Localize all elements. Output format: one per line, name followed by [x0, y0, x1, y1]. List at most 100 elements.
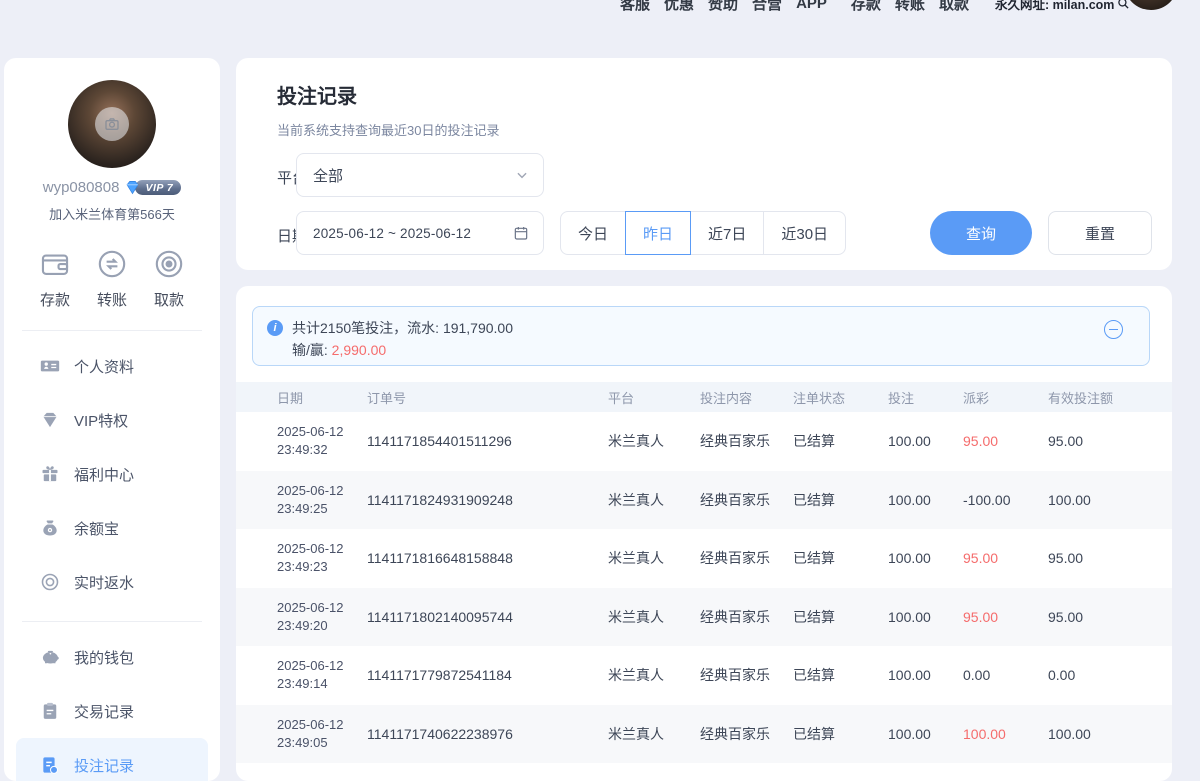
cell-status: 已结算: [793, 548, 888, 568]
user-avatar[interactable]: [68, 80, 156, 168]
date-range-button[interactable]: 近30日: [763, 211, 846, 255]
table-header-cell: 注单状态: [793, 388, 888, 407]
sidebar-item-yuebao[interactable]: 余额宝: [16, 501, 208, 555]
piggy-bank-icon: [40, 647, 60, 667]
cell-date-time: 23:49:23: [277, 558, 367, 576]
rebate-icon: [40, 572, 60, 592]
money-bag-icon: [40, 518, 60, 538]
cell-date-day: 2025-06-12: [277, 482, 367, 500]
summary-turnover-value: 191,790.00: [443, 320, 513, 336]
sidebar-item-vip[interactable]: VIP特权: [16, 393, 208, 447]
cell-bet-content: 经典百家乐: [700, 548, 793, 568]
table-row[interactable]: 2025-06-1223:49:201141171802140095744米兰真…: [236, 588, 1172, 647]
table-row[interactable]: 2025-06-1223:49:141141171779872541184米兰真…: [236, 646, 1172, 705]
table-header-cell: 有效投注额: [1048, 388, 1172, 407]
sidebar-item-label: 交易记录: [74, 701, 134, 722]
cell-platform: 米兰真人: [608, 607, 700, 627]
cell-platform: 米兰真人: [608, 724, 700, 744]
cell-date-day: 2025-06-12: [277, 716, 367, 734]
cell-date: 2025-06-1223:49:32: [277, 423, 367, 459]
table-body: 2025-06-1223:49:321141171854401511296 米兰真…: [236, 412, 1172, 763]
cell-bet-content: 经典百家乐: [700, 665, 793, 685]
quick-action-transfer[interactable]: 转账: [95, 247, 129, 310]
summary-winloss-value: 2,990.00: [332, 342, 387, 358]
table-row[interactable]: 2025-06-1223:49:231141171816648158848米兰真…: [236, 529, 1172, 588]
cell-bet-content: 经典百家乐: [700, 607, 793, 627]
summary-line-1: 共计2150笔投注，流水: 191,790.00: [292, 318, 513, 338]
cell-platform: 米兰真人: [608, 665, 700, 685]
gift-icon: [40, 464, 60, 484]
date-quick-range-group: 今日昨日近7日近30日: [560, 211, 846, 255]
table-row[interactable]: 2025-06-1223:49:051141171740622238976米兰真…: [236, 705, 1172, 764]
nav-item[interactable]: 转账: [895, 0, 925, 14]
quick-action-label: 存款: [40, 289, 70, 310]
quick-action-deposit[interactable]: 存款: [38, 247, 72, 310]
sidebar-item-label: 个人资料: [74, 356, 134, 377]
nav-item[interactable]: 赞助: [708, 0, 738, 14]
cell-valid-amount: 100.00: [1048, 492, 1172, 508]
cell-bet-content: 经典百家乐: [700, 490, 793, 510]
clipboard-icon: [40, 701, 60, 721]
cell-order-number: 1141171854401511296: [367, 433, 608, 449]
cell-date: 2025-06-1223:49:20: [277, 599, 367, 635]
platform-selected-value: 全部: [313, 165, 343, 186]
date-range-button[interactable]: 近7日: [690, 211, 764, 255]
sidebar-item-bet-records[interactable]: 投注记录: [16, 738, 208, 781]
nav-item[interactable]: APP: [796, 0, 827, 12]
cell-date-day: 2025-06-12: [277, 540, 367, 558]
platform-select[interactable]: 全部: [296, 153, 544, 197]
collapse-minus-icon[interactable]: [1104, 320, 1123, 339]
user-avatar-small[interactable]: [1124, 0, 1178, 10]
date-range-button[interactable]: 今日: [560, 211, 626, 255]
sidebar-item-label: 我的钱包: [74, 647, 134, 668]
nav-item[interactable]: 客服: [620, 0, 650, 14]
permanent-url[interactable]: 永久网址: milan.com: [995, 0, 1130, 13]
results-panel: i 共计2150笔投注，流水: 191,790.00 输/赢: 2,990.00…: [236, 286, 1172, 781]
cell-valid-amount: 0.00: [1048, 667, 1172, 683]
cell-status: 已结算: [793, 490, 888, 510]
cell-date: 2025-06-1223:49:25: [277, 482, 367, 518]
quick-action-label: 转账: [97, 289, 127, 310]
nav-item[interactable]: 合营: [752, 0, 782, 14]
cell-bet-amount: 100.00: [888, 492, 963, 508]
cell-date-time: 23:49:25: [277, 500, 367, 518]
date-range-input[interactable]: 2025-06-12 ~ 2025-06-12: [296, 211, 544, 255]
cell-order-number: 1141171824931909248: [367, 492, 608, 508]
cell-date-day: 2025-06-12: [277, 423, 367, 441]
quick-action-label: 取款: [154, 289, 184, 310]
table-row[interactable]: 2025-06-1223:49:251141171824931909248米兰真…: [236, 471, 1172, 530]
reset-button[interactable]: 重置: [1048, 211, 1152, 255]
sidebar: wyp080808 VIP 7 加入米兰体育第566天 存款 转账: [4, 58, 220, 781]
summary-banner: i 共计2150笔投注，流水: 191,790.00 输/赢: 2,990.00: [252, 306, 1150, 366]
gem-icon: [40, 410, 60, 430]
date-range-button[interactable]: 昨日: [625, 211, 691, 255]
magnifier-icon[interactable]: [1117, 0, 1130, 10]
cell-platform: 米兰真人: [608, 490, 700, 510]
table-row[interactable]: 2025-06-1223:49:321141171854401511296米兰真…: [236, 412, 1172, 471]
cell-status: 已结算: [793, 665, 888, 685]
cell-payout: 0.00: [963, 667, 1048, 683]
quick-action-withdraw[interactable]: 取款: [152, 247, 186, 310]
search-button[interactable]: 查询: [930, 211, 1032, 255]
cell-bet-content: 经典百家乐: [700, 431, 793, 451]
cell-bet-amount: 100.00: [888, 433, 963, 449]
sidebar-item-transactions[interactable]: 交易记录: [16, 684, 208, 738]
sidebar-item-welfare[interactable]: 福利中心: [16, 447, 208, 501]
permanent-url-label: 永久网址: milan.com: [995, 0, 1114, 13]
cell-platform: 米兰真人: [608, 548, 700, 568]
cell-bet-amount: 100.00: [888, 667, 963, 683]
quick-actions: 存款 转账 取款: [4, 247, 220, 310]
sidebar-item-wallet[interactable]: 我的钱包: [16, 630, 208, 684]
table-header-cell: 平台: [608, 388, 700, 407]
cell-valid-amount: 100.00: [1048, 726, 1172, 742]
nav-item[interactable]: 优惠: [664, 0, 694, 14]
cell-bet-content: 经典百家乐: [700, 724, 793, 744]
join-days-text: 加入米兰体育第566天: [4, 204, 220, 223]
summary-line-2: 输/赢: 2,990.00: [292, 340, 386, 360]
sidebar-item-rebate[interactable]: 实时返水: [16, 555, 208, 609]
nav-item[interactable]: 存款: [851, 0, 881, 14]
sidebar-item-profile[interactable]: 个人资料: [16, 339, 208, 393]
chevron-down-icon: [515, 168, 529, 182]
nav-item[interactable]: 取款: [939, 0, 969, 14]
cell-bet-amount: 100.00: [888, 550, 963, 566]
